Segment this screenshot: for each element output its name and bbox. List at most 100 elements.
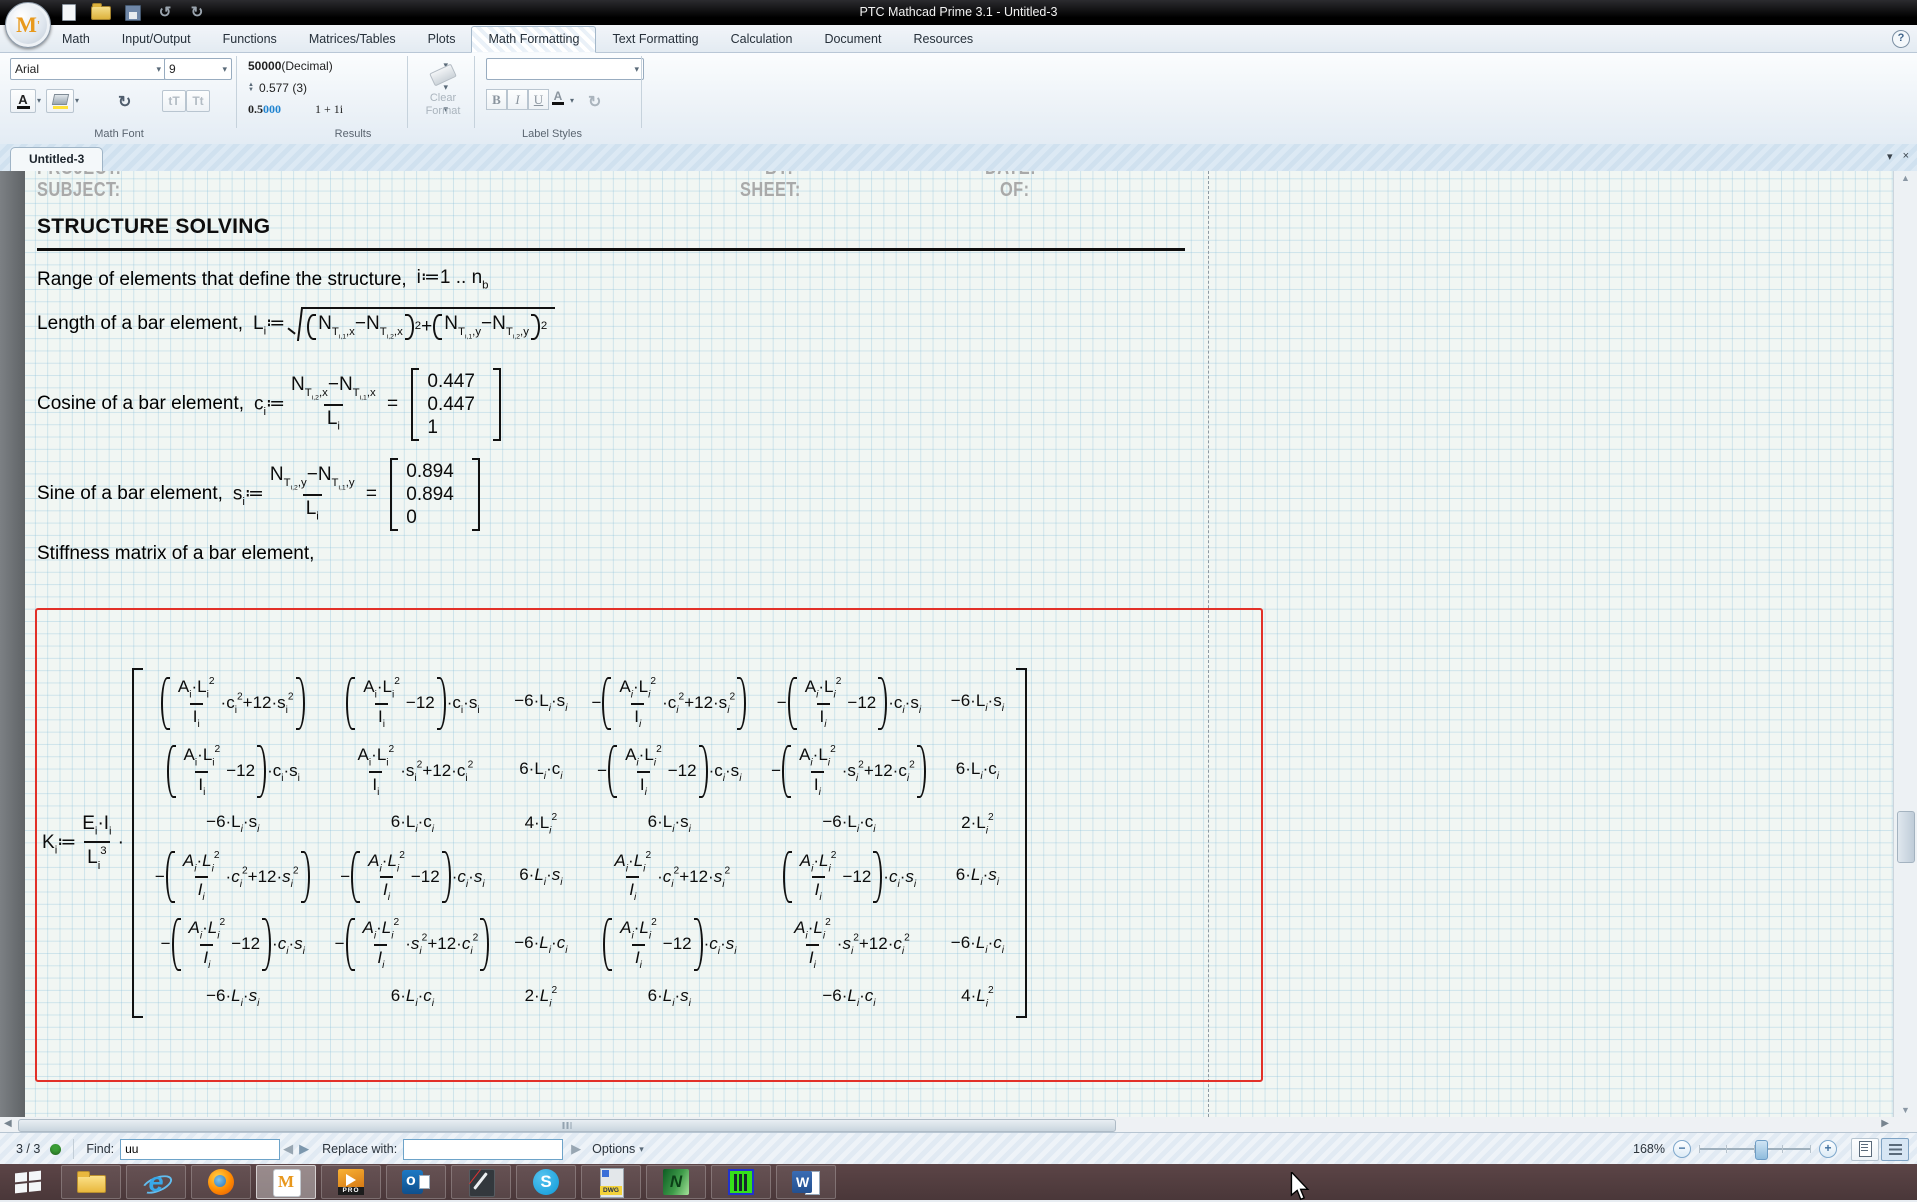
- matrix-cell[interactable]: 6·Li·si: [648, 986, 691, 1010]
- highlight-color-button[interactable]: [46, 89, 74, 113]
- matrix-cell[interactable]: − Ai·Li2 Ii ·si2+12·ci2: [771, 744, 927, 799]
- taskbar-icon-dwg[interactable]: DWG: [581, 1165, 641, 1199]
- taskbar-icon-creo[interactable]: PRO: [321, 1165, 381, 1199]
- matrix-cell[interactable]: −6·Li·si: [206, 986, 259, 1010]
- taskbar-icon-outlook[interactable]: o: [386, 1165, 446, 1199]
- find-previous-button[interactable]: ◀: [283, 1141, 293, 1157]
- matrix-cell[interactable]: Ai·Li2 Ii −12 ·ci·si: [782, 850, 916, 905]
- taskbar-icon-skype[interactable]: S: [516, 1165, 576, 1199]
- increase-font-button[interactable]: Tt: [186, 90, 210, 112]
- matrix-cell[interactable]: 2·Li2: [961, 812, 994, 837]
- tab-text-formatting[interactable]: Text Formatting: [596, 26, 714, 52]
- matrix-cell[interactable]: 6·Li·ci: [956, 759, 999, 783]
- matrix-cell[interactable]: Ai·Li2 Ii ·si2+12·ci2: [788, 917, 910, 972]
- help-button[interactable]: ?: [1892, 30, 1910, 48]
- taskbar-icon-cad-green[interactable]: [711, 1165, 771, 1199]
- scroll-right-icon[interactable]: ▶: [1881, 1118, 1889, 1129]
- tab-document[interactable]: Document: [808, 26, 897, 52]
- label-style-combo[interactable]: ▾: [486, 58, 644, 80]
- vertical-scroll-thumb[interactable]: [1897, 811, 1915, 863]
- taskbar-icon-journal[interactable]: [451, 1165, 511, 1199]
- save-icon[interactable]: [122, 3, 144, 22]
- document-tab-untitled-3[interactable]: Untitled-3: [10, 147, 104, 171]
- region-length-definition[interactable]: Length of a bar element, Li≔ NTi,1,x−NTi,…: [37, 291, 556, 357]
- math-k-lhs[interactable]: Ki≔ Ei·Ii Li3 ·: [42, 813, 124, 873]
- taskbar-icon-word[interactable]: W: [776, 1165, 836, 1199]
- find-next-button[interactable]: ▶: [299, 1141, 309, 1157]
- matrix-cell[interactable]: −6·Li·si: [514, 691, 567, 715]
- scroll-up-icon[interactable]: ▲: [1894, 173, 1917, 183]
- matrix-cell[interactable]: − Ai·Li2 Ii −12 ·ci·si: [161, 917, 305, 972]
- replace-button[interactable]: ▶: [571, 1141, 581, 1157]
- font-color-button[interactable]: A: [10, 89, 36, 113]
- page-view-button[interactable]: [1851, 1137, 1879, 1161]
- matrix-cell[interactable]: 6·Li·si: [519, 865, 562, 889]
- apply-style-icon[interactable]: ↻: [118, 92, 131, 112]
- matrix-cell[interactable]: − Ai·Li2 Ii −12 ·ci·si: [777, 676, 921, 731]
- close-icon[interactable]: ×: [1903, 150, 1909, 163]
- matrix-cell[interactable]: Ai·Li2 Ii ·ci2+12·si2: [160, 676, 306, 731]
- matrix-cell[interactable]: Ai·Li2 Ii ·si2+12·ci2: [352, 744, 474, 799]
- tab-math-formatting[interactable]: Math Formatting: [471, 26, 597, 53]
- taskbar-icon-firefox[interactable]: [191, 1165, 251, 1199]
- math-range[interactable]: i≔1 .. nb: [417, 267, 489, 293]
- region-stiffness-matrix[interactable]: Ki≔ Ei·Ii Li3 · Ai·Li2 Ii ·ci2+12·si2 Ai·Li2 Ii…: [42, 612, 1027, 1074]
- taskbar-icon-internet-explorer[interactable]: e: [126, 1165, 186, 1199]
- tab-plots[interactable]: Plots: [412, 26, 472, 52]
- tab-input-output[interactable]: Input/Output: [106, 26, 207, 52]
- matrix-cell[interactable]: 6·Li·ci: [391, 986, 434, 1010]
- tab-matrices-tables[interactable]: Matrices/Tables: [293, 26, 412, 52]
- undo-icon[interactable]: ↺: [154, 3, 176, 22]
- zoom-slider[interactable]: [1699, 1140, 1811, 1160]
- region-sine-definition[interactable]: Sine of a bar element, si≔ NTi,2,y−NTi,1,…: [37, 451, 481, 537]
- refresh-labels-icon[interactable]: ↻: [588, 92, 601, 112]
- matrix-cell[interactable]: − Ai·Li2 Ii ·ci2+12·si2: [591, 676, 747, 731]
- spinner-icon[interactable]: ▲ ▼: [248, 82, 254, 93]
- zoom-in-button[interactable]: +: [1819, 1140, 1837, 1158]
- region-stiffness-label[interactable]: Stiffness matrix of a bar element,: [37, 541, 324, 567]
- tab-calculation[interactable]: Calculation: [715, 26, 809, 52]
- decrease-font-button[interactable]: tT: [162, 90, 186, 112]
- math-sine[interactable]: si≔ NTi,2,y−NTi,1,y Li = 0.894 0.894 0: [233, 457, 481, 531]
- math-length[interactable]: Li≔ NTi,1,x−NTi,2,x 2 + NTi,1,y−NTi,2,y 2: [253, 307, 556, 341]
- matrix-cell[interactable]: 6·Li·si: [648, 812, 691, 836]
- matrix-cell[interactable]: −6·Li·ci: [822, 812, 875, 836]
- math-cosine[interactable]: ci≔ NTi,2,x−NTi,1,x Li = 0.447 0.447 1: [254, 367, 502, 441]
- matrix-cell[interactable]: Ai·Li2 Ii ·ci2+12·si2: [608, 850, 730, 905]
- chevron-down-icon[interactable]: ▾: [1887, 150, 1893, 163]
- matrix-cell[interactable]: −6·Li·si: [951, 691, 1004, 715]
- zoom-slider-handle[interactable]: [1755, 1140, 1768, 1160]
- redo-icon[interactable]: ↻: [186, 3, 208, 22]
- matrix-cell[interactable]: −6·Li·ci: [951, 933, 1004, 957]
- zoom-out-button[interactable]: −: [1673, 1140, 1691, 1158]
- scroll-left-icon[interactable]: ◀: [4, 1118, 12, 1129]
- region-cosine-definition[interactable]: Cosine of a bar element, ci≔ NTi,2,x−NTi,…: [37, 361, 502, 447]
- matrix-cell[interactable]: −6·Li·ci: [514, 933, 567, 957]
- matrix-cell[interactable]: 4·Li2: [961, 985, 994, 1010]
- italic-button[interactable]: I: [507, 89, 528, 110]
- find-input[interactable]: [120, 1138, 281, 1160]
- replace-input[interactable]: [403, 1138, 564, 1160]
- matrix-cell[interactable]: −6·Li·si: [206, 812, 259, 836]
- open-file-icon[interactable]: [90, 2, 112, 22]
- math-font-size-combo[interactable]: 9 ▾: [164, 58, 232, 80]
- matrix-cell[interactable]: 6·Li·si: [956, 865, 999, 889]
- clear-format-button[interactable]: Clear Format: [416, 60, 470, 126]
- tab-resources[interactable]: Resources: [897, 26, 989, 52]
- matrix-cell[interactable]: 6·Li·ci: [391, 812, 434, 836]
- matrix-cell[interactable]: − Ai·Li2 Ii ·si2+12·ci2: [335, 917, 491, 972]
- vertical-scrollbar[interactable]: ▲ ▼: [1893, 171, 1917, 1117]
- options-dropdown-icon[interactable]: ▾: [639, 1144, 644, 1155]
- bold-button[interactable]: B: [486, 89, 507, 110]
- matrix-cell[interactable]: 6·Li·ci: [519, 759, 562, 783]
- math-font-name-combo[interactable]: Arial ▾: [10, 58, 166, 80]
- tab-functions[interactable]: Functions: [207, 26, 293, 52]
- horizontal-scroll-thumb[interactable]: [18, 1119, 1116, 1132]
- matrix-cell[interactable]: Ai·Li2 Ii −12 ·ci·si: [166, 744, 300, 799]
- worksheet[interactable]: PROJECT: BY: DATE: SUBJECT: SHEET: OF: S…: [0, 171, 1917, 1117]
- horizontal-scrollbar[interactable]: ◀ ▶: [0, 1117, 1917, 1133]
- matrix-cell[interactable]: − Ai·Li2 Ii −12 ·ci·si: [340, 850, 484, 905]
- matrix-cell[interactable]: − Ai·Li2 Ii −12 ·ci·si: [597, 744, 741, 799]
- matrix-cell[interactable]: 2·Li2: [525, 985, 558, 1010]
- underline-button[interactable]: U: [528, 89, 549, 110]
